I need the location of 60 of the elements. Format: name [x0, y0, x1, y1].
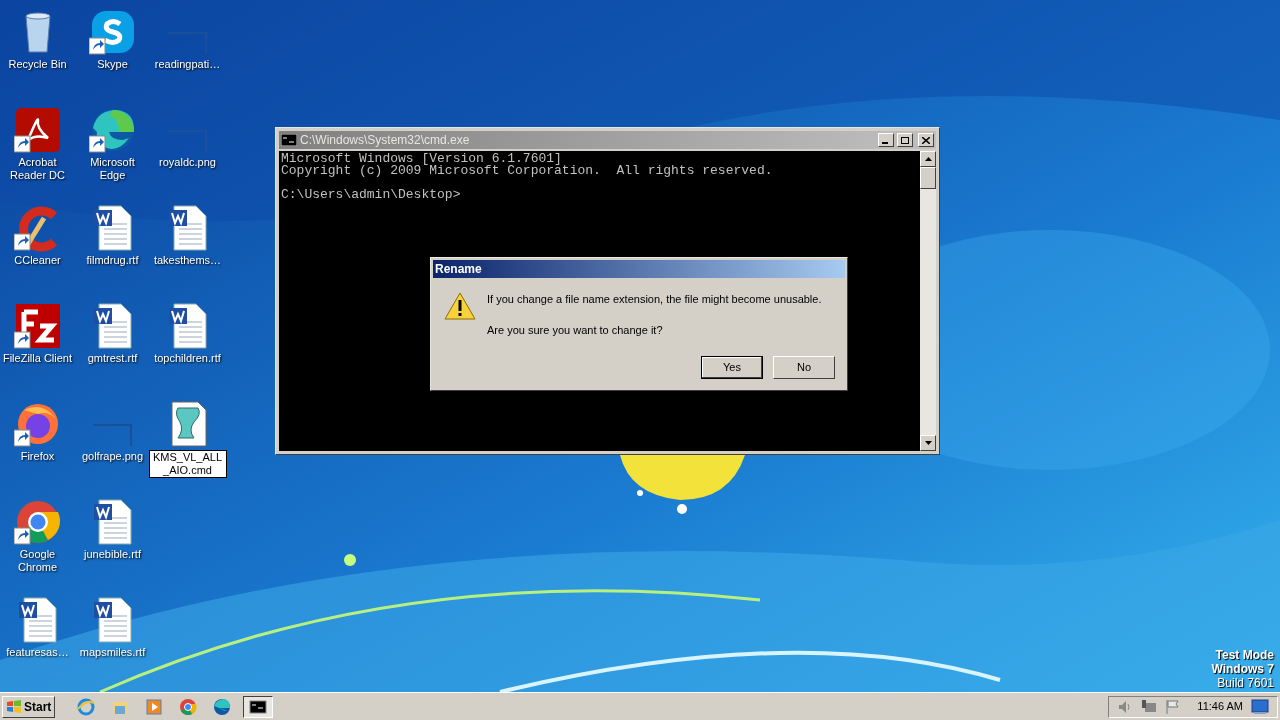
- image-file-icon: [92, 424, 133, 446]
- desktop-icon-label[interactable]: Recycle Bin: [0, 58, 75, 71]
- maximize-icon: [901, 136, 909, 144]
- document-file-icon[interactable]: [93, 499, 131, 545]
- console-line: Microsoft Windows [Version 6.1.7601]: [281, 153, 562, 165]
- start-button[interactable]: Start: [2, 695, 56, 718]
- desktop-icon-label[interactable]: CCleaner: [0, 254, 75, 267]
- desktop-icon-label[interactable]: FileZilla Client: [0, 352, 75, 365]
- maximize-button[interactable]: [897, 133, 913, 147]
- close-icon: [922, 136, 930, 144]
- console-prompt: C:\Users\admin\Desktop>: [281, 189, 462, 201]
- edge-icon: [212, 696, 233, 717]
- chrome-icon: [178, 696, 199, 717]
- desktop-icon-label[interactable]: Google Chrome: [0, 548, 75, 574]
- taskbar-button[interactable]: [243, 695, 274, 718]
- test-mode-text: Windows 7: [1211, 662, 1274, 676]
- desktop-icon-label[interactable]: takesthems…: [150, 254, 225, 267]
- document-file-icon[interactable]: [93, 597, 131, 643]
- dialog-button[interactable]: No: [773, 356, 835, 379]
- document-file-icon[interactable]: [93, 205, 131, 251]
- close-button[interactable]: [918, 133, 934, 147]
- desktop-icon-label[interactable]: junebible.rtf: [75, 548, 150, 561]
- dialog-title: Rename: [435, 261, 482, 278]
- desktop-icon-label[interactable]: KMS_VL_ALL_AIO.cmd: [148, 450, 227, 478]
- desktop-icon-label[interactable]: topchildren.rtf: [150, 352, 225, 365]
- console-icon: [281, 134, 297, 146]
- document-file-icon[interactable]: [93, 303, 131, 349]
- desktop-icon-label[interactable]: Acrobat Reader DC: [0, 156, 75, 182]
- desktop-icon-label[interactable]: readingpati…: [150, 58, 225, 71]
- script-file-icon[interactable]: [171, 401, 206, 447]
- clock[interactable]: 11:46 AM: [1197, 698, 1243, 715]
- scroll-thumb[interactable]: [920, 167, 936, 189]
- play-icon: [144, 696, 165, 717]
- console-line: Copyright (c) 2009 Microsoft Corporation. All rights reserved.: [281, 165, 774, 177]
- desktop-icon-label[interactable]: Skype: [75, 58, 150, 71]
- minimize-button[interactable]: [878, 133, 894, 147]
- test-mode-text: Test Mode: [1215, 648, 1274, 662]
- dialog-question: Are you sure you want to change it?: [487, 322, 664, 338]
- windows-logo-icon: [6, 698, 22, 715]
- flag-icon[interactable]: [1165, 698, 1182, 715]
- document-file-icon[interactable]: [18, 597, 56, 643]
- desktop-icon-label[interactable]: Firefox: [0, 450, 75, 463]
- desktop-icon-label[interactable]: Microsoft Edge: [75, 156, 150, 182]
- document-file-icon[interactable]: [168, 205, 206, 251]
- window-title: C:\Windows\System32\cmd.exe: [300, 132, 471, 149]
- browser-e-icon: [76, 696, 97, 717]
- desktop-icon-label[interactable]: royaldc.png: [150, 156, 225, 169]
- dialog-button[interactable]: Yes: [701, 356, 763, 379]
- dialog-message: If you change a file name extension, the file might become unusable.: [487, 292, 822, 307]
- warning-icon: [443, 291, 477, 321]
- scroll-up-icon[interactable]: [924, 157, 932, 161]
- network-icon[interactable]: [1141, 698, 1158, 715]
- show-desktop-icon[interactable]: [1251, 698, 1269, 715]
- document-file-icon[interactable]: [168, 303, 206, 349]
- desktop-icon-label[interactable]: gmtrest.rtf: [75, 352, 150, 365]
- desktop-icon-label[interactable]: golfrape.png: [75, 450, 150, 463]
- desktop-icon-label[interactable]: filmdrug.rtf: [75, 254, 150, 267]
- scroll-down-icon[interactable]: [924, 441, 932, 445]
- ccleaner-icon[interactable]: [18, 206, 57, 252]
- test-mode-text: Build 7601: [1217, 676, 1274, 690]
